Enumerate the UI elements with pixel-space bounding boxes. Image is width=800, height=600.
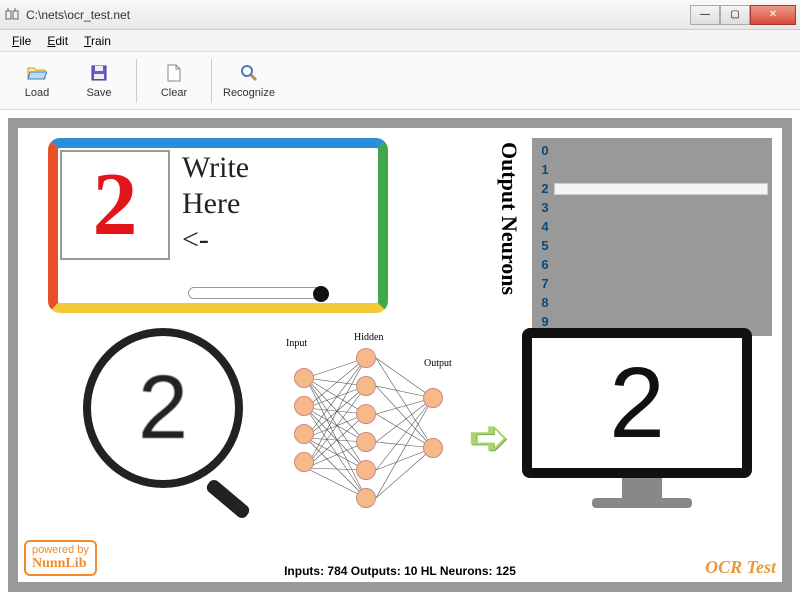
drawing-input[interactable]: 2 <box>60 150 170 260</box>
magnifier-handle-icon <box>204 478 251 521</box>
nn-node <box>294 368 314 388</box>
neuron-index: 7 <box>536 276 554 291</box>
neuron-activation <box>554 183 768 195</box>
menu-train[interactable]: Train <box>76 32 119 50</box>
window-title: C:\nets\ocr_test.net <box>26 8 690 22</box>
neuron-bar <box>554 145 768 157</box>
clear-label: Clear <box>161 87 187 99</box>
output-neurons-label: Output Neurons <box>496 142 522 295</box>
magnified-digit: 2 <box>138 357 188 460</box>
neuron-row: 4 <box>536 218 768 235</box>
neuron-bar <box>554 316 768 328</box>
neuron-row: 1 <box>536 161 768 178</box>
close-button[interactable]: ✕ <box>750 5 796 25</box>
neuron-index: 3 <box>536 200 554 215</box>
app-icon <box>4 7 20 23</box>
neural-network-diagram: Input Hidden Output <box>278 338 468 518</box>
neuron-row: 5 <box>536 237 768 254</box>
neuron-row: 2 <box>536 180 768 197</box>
magnifier-icon <box>239 63 259 83</box>
neuron-bar <box>554 297 768 309</box>
result-monitor: 2 <box>522 328 762 528</box>
neuron-index: 5 <box>536 238 554 253</box>
folder-open-icon <box>27 63 47 83</box>
menu-file[interactable]: File <box>4 32 39 50</box>
titlebar: C:\nets\ocr_test.net — ▢ ✕ <box>0 0 800 30</box>
nn-node <box>356 460 376 480</box>
recognize-button[interactable]: Recognize <box>220 56 278 106</box>
ocr-brand: OCR Test <box>705 557 776 578</box>
toolbar-separator <box>211 59 212 103</box>
result-digit: 2 <box>609 346 665 461</box>
whiteboard-hint: Write Here <- <box>182 150 249 258</box>
nn-node <box>356 404 376 424</box>
neuron-bar <box>554 278 768 290</box>
neuron-row: 3 <box>536 199 768 216</box>
powered-by-badge: powered by NunnLib <box>24 540 97 576</box>
nn-node <box>423 388 443 408</box>
neuron-index: 8 <box>536 295 554 310</box>
neuron-row: 0 <box>536 142 768 159</box>
neuron-bar <box>554 202 768 214</box>
neuron-index: 9 <box>536 314 554 329</box>
load-button[interactable]: Load <box>8 56 66 106</box>
neuron-bar <box>554 183 768 195</box>
neuron-row: 8 <box>536 294 768 311</box>
drawn-digit: 2 <box>93 160 138 250</box>
neuron-index: 1 <box>536 162 554 177</box>
nn-node <box>356 376 376 396</box>
maximize-button[interactable]: ▢ <box>720 5 750 25</box>
magnifier-view: 2 <box>83 328 253 528</box>
neuron-index: 4 <box>536 219 554 234</box>
toolbar-separator <box>136 59 137 103</box>
save-label: Save <box>86 87 111 99</box>
nn-node <box>356 348 376 368</box>
neuron-index: 6 <box>536 257 554 272</box>
network-stats: Inputs: 784 Outputs: 10 HL Neurons: 125 <box>284 564 516 578</box>
neuron-row: 6 <box>536 256 768 273</box>
nn-node <box>294 424 314 444</box>
save-button[interactable]: Save <box>70 56 128 106</box>
nn-node <box>356 488 376 508</box>
load-label: Load <box>25 87 49 99</box>
neuron-bar <box>554 164 768 176</box>
neuron-row: 7 <box>536 275 768 292</box>
clear-button[interactable]: Clear <box>145 56 203 106</box>
save-icon <box>89 63 109 83</box>
recognize-label: Recognize <box>223 87 275 99</box>
neuron-bar <box>554 240 768 252</box>
arrow-icon: ➪ <box>468 408 510 466</box>
menubar: File Edit Train <box>0 30 800 52</box>
neuron-index: 2 <box>536 181 554 196</box>
toolbar: Load Save Clear Recognize <box>0 52 800 110</box>
minimize-button[interactable]: — <box>690 5 720 25</box>
nn-node <box>356 432 376 452</box>
content-area: 2 Write Here <- Output Neurons 0 1 2 3 4 5 6 7 8… <box>0 110 800 600</box>
nn-node <box>294 396 314 416</box>
neuron-bar <box>554 221 768 233</box>
marker-icon <box>188 287 328 299</box>
menu-edit[interactable]: Edit <box>39 32 76 50</box>
output-neurons-panel: 0 1 2 3 4 5 6 7 8 9 <box>532 138 772 336</box>
whiteboard: 2 Write Here <- <box>48 138 388 313</box>
nn-node <box>423 438 443 458</box>
document-icon <box>164 63 184 83</box>
neuron-index: 0 <box>536 143 554 158</box>
neuron-bar <box>554 259 768 271</box>
nn-node <box>294 452 314 472</box>
